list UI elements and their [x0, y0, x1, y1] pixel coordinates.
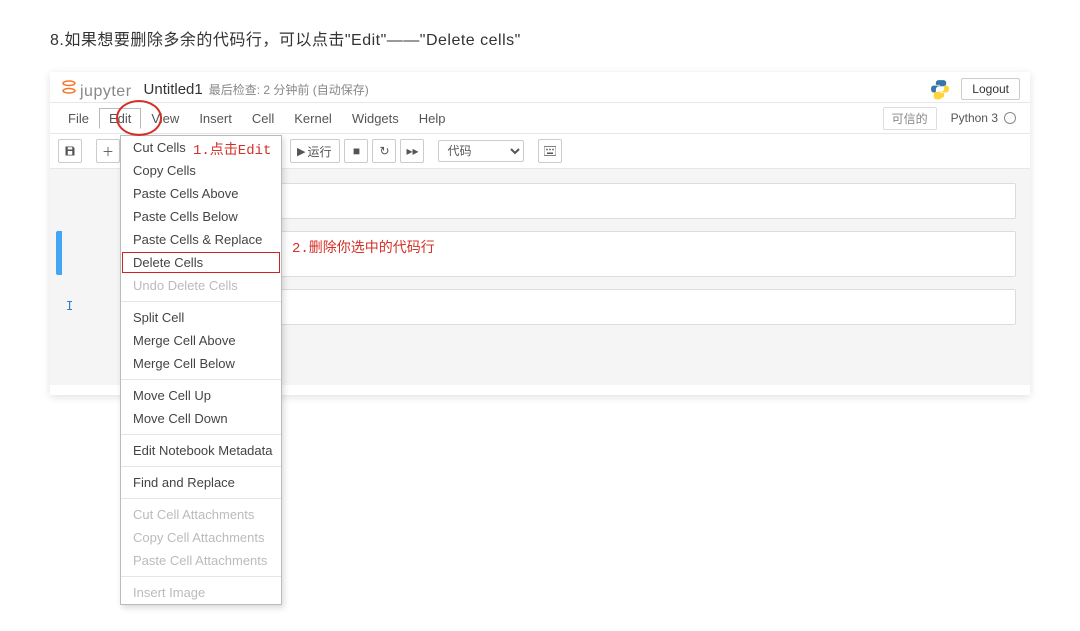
code-cell[interactable] [262, 231, 1016, 277]
keyboard-icon [544, 146, 556, 156]
menu-undo-delete[interactable]: Undo Delete Cells [121, 274, 281, 297]
checkpoint-status: 最后检查: 2 分钟前 (自动保存) [209, 81, 369, 98]
restart-run-all-button[interactable]: ▸▸ [400, 139, 424, 163]
kernel-name: Python 3 [951, 111, 998, 125]
cell-type-select[interactable]: 代码 [438, 140, 524, 162]
menu-cut-cells[interactable]: Cut Cells [121, 136, 281, 159]
plus-icon: ＋ [102, 143, 114, 160]
menu-delete-cells[interactable]: Delete Cells [121, 251, 281, 274]
menu-edit[interactable]: Edit [99, 108, 141, 129]
menu-move-down[interactable]: Move Cell Down [121, 407, 281, 430]
kernel-indicator[interactable]: Python 3 [951, 111, 1016, 125]
menu-paste-replace[interactable]: Paste Cells & Replace [121, 228, 281, 251]
jupyter-header: jupyter Untitled1 最后检查: 2 分钟前 (自动保存) Log… [50, 72, 1030, 103]
restart-icon: ↻ [379, 144, 389, 158]
logout-button[interactable]: Logout [961, 78, 1020, 100]
menu-edit-metadata[interactable]: Edit Notebook Metadata [121, 439, 281, 462]
menu-insert[interactable]: Insert [189, 108, 242, 129]
menu-separator [121, 576, 281, 577]
insert-cell-button[interactable]: ＋ [96, 139, 120, 163]
cell-selection-stripe [56, 231, 62, 275]
code-cell[interactable] [264, 289, 1016, 325]
menu-paste-above[interactable]: Paste Cells Above [121, 182, 281, 205]
menu-separator [121, 301, 281, 302]
command-palette-button[interactable] [538, 139, 562, 163]
stop-icon: ■ [353, 144, 360, 158]
save-icon [64, 145, 76, 157]
save-button[interactable] [58, 139, 82, 163]
menu-view[interactable]: View [141, 108, 189, 129]
menubar: File Edit View Insert Cell Kernel Widget… [50, 103, 1030, 134]
jupyter-logo-text: jupyter [80, 83, 132, 101]
restart-button[interactable]: ↻ [372, 139, 396, 163]
menu-cut-attachments[interactable]: Cut Cell Attachments [121, 503, 281, 526]
menu-paste-attachments[interactable]: Paste Cell Attachments [121, 549, 281, 572]
menu-copy-attachments[interactable]: Copy Cell Attachments [121, 526, 281, 549]
menu-merge-below[interactable]: Merge Cell Below [121, 352, 281, 375]
menu-move-up[interactable]: Move Cell Up [121, 384, 281, 407]
menu-split-cell[interactable]: Split Cell [121, 306, 281, 329]
menu-separator [121, 379, 281, 380]
menu-kernel[interactable]: Kernel [284, 108, 342, 129]
kernel-status-icon [1004, 112, 1016, 124]
document-instruction: 8.如果想要删除多余的代码行，可以点击"Edit"——"Delete cells… [50, 26, 1030, 50]
jupyter-icon [60, 78, 78, 96]
edit-dropdown: Cut Cells Copy Cells Paste Cells Above P… [120, 135, 282, 605]
menu-separator [121, 466, 281, 467]
interrupt-button[interactable]: ■ [344, 139, 368, 163]
menu-copy-cells[interactable]: Copy Cells [121, 159, 281, 182]
menu-cell[interactable]: Cell [242, 108, 284, 129]
run-button[interactable]: ▶ 运行 [290, 139, 340, 163]
menu-merge-above[interactable]: Merge Cell Above [121, 329, 281, 352]
python-icon [929, 78, 951, 100]
trusted-indicator[interactable]: 可信的 [883, 107, 937, 130]
code-cell[interactable] [264, 183, 1016, 219]
menu-separator [121, 498, 281, 499]
cell-input-prompt: I [66, 289, 80, 313]
menu-paste-below[interactable]: Paste Cells Below [121, 205, 281, 228]
jupyter-logo: jupyter [60, 78, 132, 101]
fast-forward-icon: ▸▸ [406, 144, 418, 158]
menu-file[interactable]: File [58, 108, 99, 129]
run-label: 运行 [307, 143, 331, 160]
menu-find-replace[interactable]: Find and Replace [121, 471, 281, 494]
menu-help[interactable]: Help [409, 108, 456, 129]
menu-separator [121, 434, 281, 435]
menu-widgets[interactable]: Widgets [342, 108, 409, 129]
run-icon: ▶ [297, 145, 305, 158]
menu-insert-image[interactable]: Insert Image [121, 581, 281, 604]
notebook-title[interactable]: Untitled1 [144, 81, 203, 98]
